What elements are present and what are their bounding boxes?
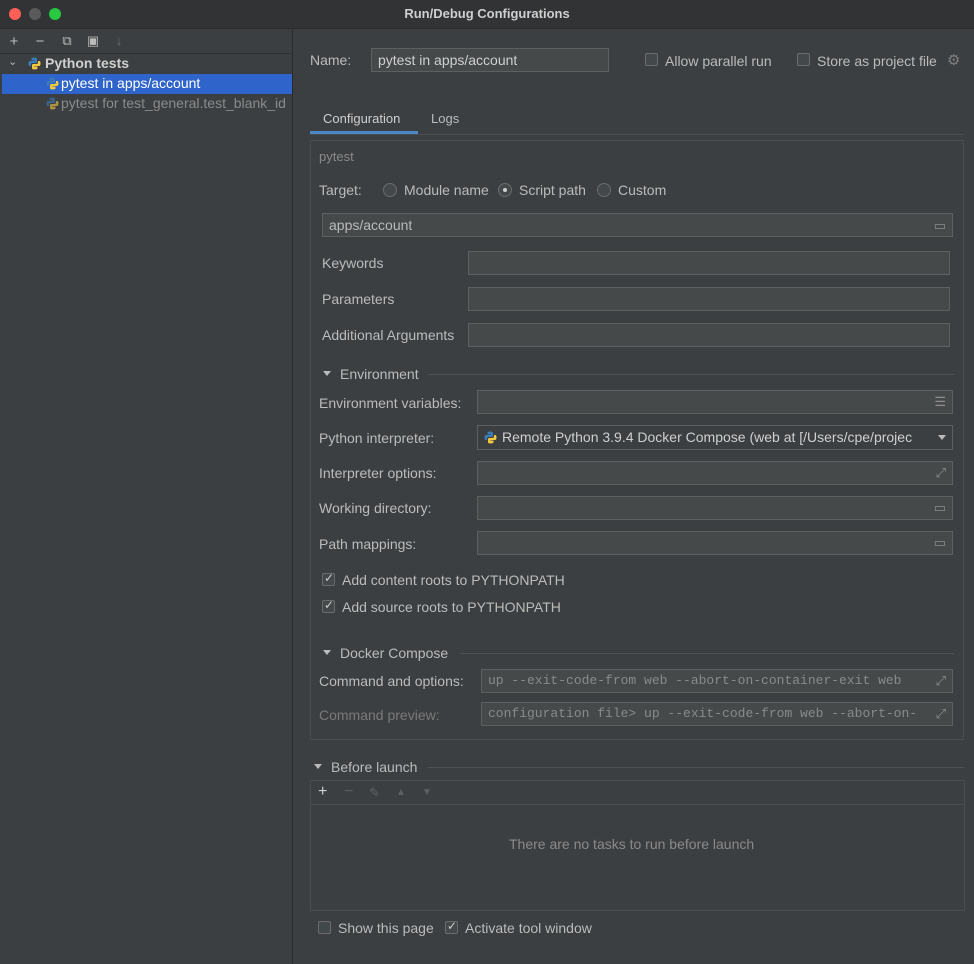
expand-icon[interactable]: ⤢ [936,673,946,689]
target-custom-label: Custom [618,182,667,198]
target-custom-radio[interactable] [597,183,611,197]
collapse-before-launch-icon[interactable] [314,764,322,769]
add-task-icon[interactable]: + [318,783,327,801]
command-preview-label: Command preview: [319,707,440,723]
add-source-roots-checkbox[interactable] [322,598,335,613]
before-launch-section-label: Before launch [331,759,418,775]
script-path-input[interactable]: apps/account ▭ [322,213,953,237]
browse-folder-icon[interactable]: ▭ [934,500,946,516]
move-up-icon[interactable]: ▲ [396,787,406,798]
chevron-down-icon[interactable] [938,435,946,440]
allow-parallel-run-checkbox[interactable] [645,53,658,66]
environment-section-label: Environment [340,366,419,382]
keywords-input[interactable] [468,251,950,275]
additional-arguments-label: Additional Arguments [322,327,455,343]
add-configuration-icon[interactable]: + [5,33,23,50]
tab-configuration[interactable]: Configuration [323,111,400,126]
activate-tool-window-checkbox[interactable] [445,919,458,934]
parameters-label: Parameters [322,291,395,307]
working-directory-label: Working directory: [319,500,432,516]
interpreter-options-input[interactable]: ⤢ [477,461,953,485]
target-label: Target: [319,182,362,198]
command-and-options-input[interactable]: up --exit-code-from web --abort-on-conta… [481,669,953,693]
environment-variables-input[interactable]: ☰ [477,390,953,414]
target-module-name-label: Module name [404,182,489,198]
tree-item-pytest-apps-account[interactable]: pytest in apps/account [2,74,292,94]
parameters-input[interactable] [468,287,950,311]
remove-task-icon[interactable]: − [344,783,353,801]
path-mappings-label: Path mappings: [319,536,417,552]
name-label: Name: [310,52,352,68]
add-content-roots-checkbox[interactable] [322,571,335,586]
docker-compose-section-label: Docker Compose [340,645,449,661]
command-preview-field: configuration file> up --exit-code-from … [481,702,953,726]
name-input[interactable]: pytest in apps/account [371,48,609,72]
activate-tool-window-label: Activate tool window [465,920,592,936]
python-interpreter-label: Python interpreter: [319,430,435,446]
environment-variables-label: Environment variables: [319,395,462,411]
pytest-section-label: pytest [319,149,354,164]
command-and-options-label: Command and options: [319,673,464,689]
sort-configurations-icon[interactable]: ↓ [110,33,128,48]
configurations-tree-panel: + − ⧉ ▣ ↓ ⌄ Python tests pytest in apps/… [0,29,293,964]
move-to-folder-icon[interactable]: ▣ [84,33,102,49]
expand-icon[interactable]: ⤢ [936,465,946,481]
tree-item-pytest-test-general[interactable]: pytest for test_general.test_blank_id [2,94,292,114]
tab-logs[interactable]: Logs [431,111,459,126]
python-interpreter-select[interactable]: Remote Python 3.9.4 Docker Compose (web … [477,425,953,450]
pytest-config-icon [46,77,59,90]
browse-folder-icon[interactable]: ▭ [934,535,946,551]
edit-task-icon[interactable]: ✎ [369,785,380,801]
move-down-icon[interactable]: ▼ [422,787,432,798]
collapse-docker-compose-icon[interactable] [323,650,331,655]
edit-variables-icon[interactable]: ☰ [934,394,946,410]
store-as-project-file-label: Store as project file [817,53,937,69]
pytest-config-icon [46,97,59,110]
python-icon [484,431,497,444]
window-title: Run/Debug Configurations [404,6,570,21]
path-mappings-input[interactable]: ▭ [477,531,953,555]
tree-item-label: pytest in apps/account [61,75,201,91]
browse-folder-icon[interactable]: ▭ [934,218,946,234]
gear-icon[interactable]: ⚙ [947,51,960,69]
collapse-environment-icon[interactable] [323,371,331,376]
working-directory-input[interactable]: ▭ [477,496,953,520]
chevron-down-icon[interactable]: ⌄ [8,55,17,68]
target-script-path-label: Script path [519,182,586,198]
tree-group-label: Python tests [45,55,130,71]
interpreter-options-label: Interpreter options: [319,465,437,481]
allow-parallel-run-label: Allow parallel run [665,53,772,69]
remove-configuration-icon[interactable]: − [31,33,49,50]
add-content-roots-label: Add content roots to PYTHONPATH [342,572,565,588]
add-source-roots-label: Add source roots to PYTHONPATH [342,599,561,615]
target-script-path-radio[interactable] [498,183,512,197]
show-this-page-checkbox[interactable] [318,921,331,934]
no-tasks-message: There are no tasks to run before launch [509,836,755,852]
tree-item-label: pytest for test_general.test_blank_id [61,95,286,111]
expand-icon[interactable]: ⤢ [936,706,946,722]
copy-configuration-icon[interactable]: ⧉ [58,33,76,49]
additional-arguments-input[interactable] [468,323,950,347]
keywords-label: Keywords [322,255,384,271]
show-this-page-label: Show this page [338,920,434,936]
target-module-name-radio[interactable] [383,183,397,197]
store-as-project-file-checkbox[interactable] [797,53,810,66]
title-bar: Run/Debug Configurations [0,0,974,29]
python-tests-icon [28,57,41,70]
tree-group-python-tests[interactable]: ⌄ Python tests [2,54,292,74]
